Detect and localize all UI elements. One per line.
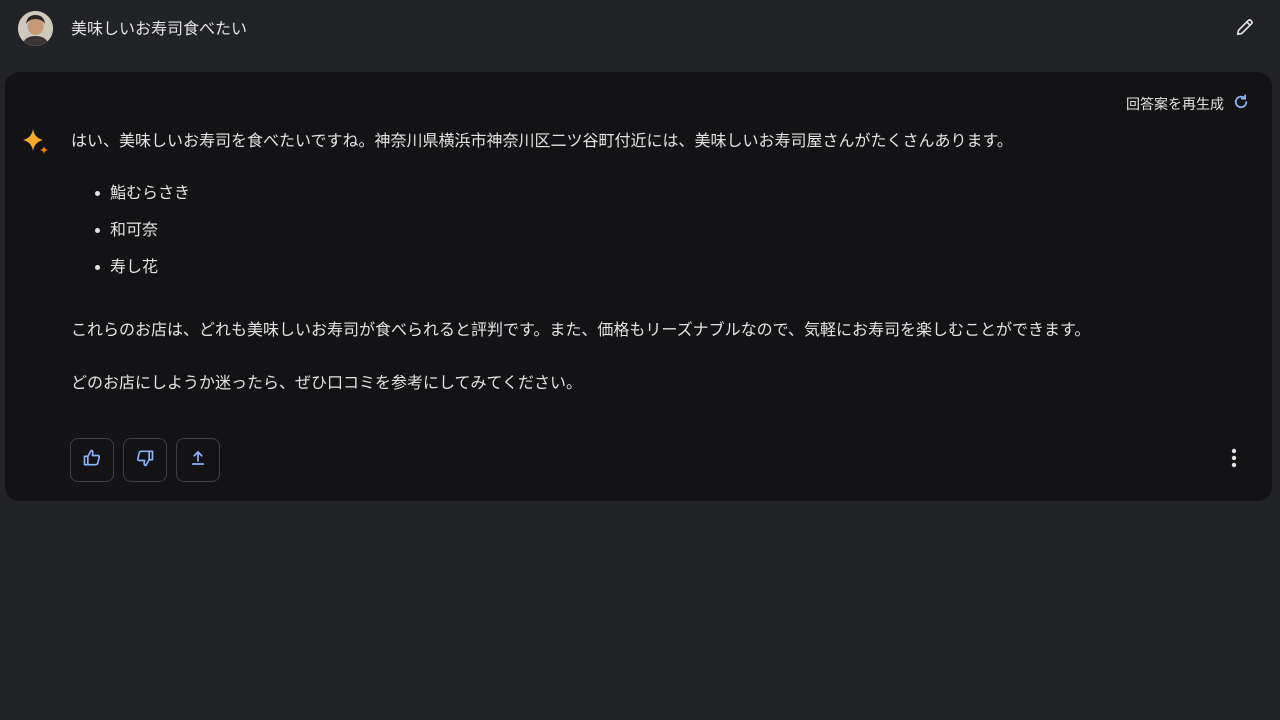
dislike-button[interactable] bbox=[123, 438, 167, 482]
like-button[interactable] bbox=[70, 438, 114, 482]
regenerate-button[interactable]: 回答案を再生成 bbox=[1126, 92, 1250, 116]
more-vertical-icon bbox=[1231, 448, 1237, 472]
restaurant-list: 鮨むらさき 和可奈 寿し花 bbox=[91, 180, 1231, 291]
response-body: はい、美味しいお寿司を食べたいですね。神奈川県横浜市神奈川区二ツ谷町付近には、美… bbox=[71, 128, 1231, 396]
pencil-icon bbox=[1234, 16, 1256, 42]
sparkle-icon bbox=[20, 127, 52, 159]
more-options-button[interactable] bbox=[1218, 444, 1250, 476]
response-intro: はい、美味しいお寿司を食べたいですね。神奈川県横浜市神奈川区二ツ谷町付近には、美… bbox=[71, 131, 1013, 150]
response-paragraph: これらのお店は、どれも美味しいお寿司が食べられると評判です。また、価格もリーズナ… bbox=[71, 320, 1091, 339]
refresh-icon bbox=[1232, 93, 1250, 115]
list-item: 寿し花 bbox=[91, 254, 1231, 291]
share-button[interactable] bbox=[176, 438, 220, 482]
thumbs-up-icon bbox=[82, 448, 102, 472]
share-icon bbox=[189, 449, 207, 471]
response-paragraph: どのお店にしようか迷ったら、ぜひ口コミを参考にしてみてください。 bbox=[71, 373, 583, 392]
response-card: 回答案を再生成 はい、美味しいお寿司を食べたいですね。神奈川県横浜市神奈川区二ツ… bbox=[5, 72, 1272, 501]
list-item: 和可奈 bbox=[91, 217, 1231, 254]
user-avatar[interactable] bbox=[18, 11, 53, 46]
edit-prompt-button[interactable] bbox=[1230, 14, 1260, 44]
regenerate-label: 回答案を再生成 bbox=[1126, 97, 1224, 113]
user-prompt-row: 美味しいお寿司食べたい bbox=[0, 0, 1280, 58]
user-prompt-text: 美味しいお寿司食べたい bbox=[71, 19, 248, 38]
list-item: 鮨むらさき bbox=[91, 180, 1231, 217]
response-actions bbox=[70, 438, 220, 482]
thumbs-down-icon bbox=[135, 448, 155, 472]
